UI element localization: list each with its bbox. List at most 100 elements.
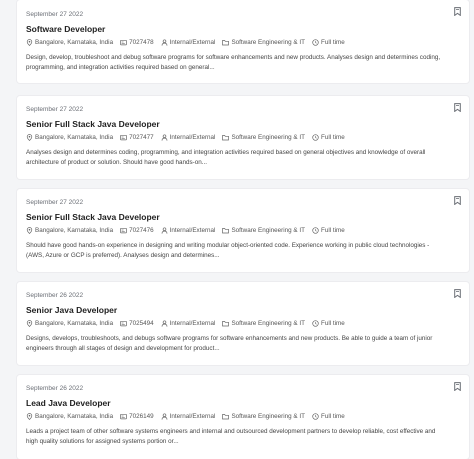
- folder-icon: [222, 135, 230, 141]
- bookmark-icon[interactable]: [454, 103, 461, 112]
- job-type-text: Internal/External: [169, 39, 216, 46]
- job-location-text: Bangalore, Karnataka, India: [35, 320, 114, 327]
- job-card[interactable]: September 26 2022 Senior Java Developer …: [17, 282, 469, 365]
- bookmark-icon[interactable]: [454, 196, 461, 205]
- clock-icon: [312, 39, 319, 46]
- job-description: Analyses design and determines coding, p…: [26, 149, 426, 166]
- job-id: 7025494: [120, 319, 154, 328]
- job-type-text: Internal/External: [169, 227, 216, 234]
- job-card[interactable]: September 27 2022 Software Developer Ban…: [17, 0, 469, 83]
- job-type: Internal/External: [161, 412, 216, 421]
- job-category: Software Engineering & IT: [222, 412, 305, 421]
- job-title[interactable]: Senior Full Stack Java Developer: [26, 118, 459, 130]
- job-category: Software Engineering & IT: [222, 133, 305, 142]
- map-pin-icon: [26, 39, 33, 46]
- person-icon: [161, 413, 167, 420]
- bookmark-icon[interactable]: [454, 289, 461, 298]
- job-schedule: Full time: [312, 412, 345, 421]
- posted-date: September 26 2022: [26, 292, 84, 299]
- job-description: Design, develop, troubleshoot and debug …: [26, 54, 441, 71]
- job-meta: Bangalore, Karnataka, India 7027476 Inte…: [26, 226, 459, 235]
- folder-icon: [222, 228, 230, 234]
- job-location: Bangalore, Karnataka, India: [26, 38, 113, 47]
- job-schedule: Full time: [312, 38, 345, 47]
- job-location-text: Bangalore, Karnataka, India: [35, 413, 114, 420]
- posted-date: September 26 2022: [26, 385, 84, 392]
- job-schedule-text: Full time: [320, 413, 345, 420]
- job-meta: Bangalore, Karnataka, India 7027477 Inte…: [26, 133, 459, 142]
- job-type-text: Internal/External: [169, 413, 216, 420]
- job-category: Software Engineering & IT: [222, 226, 305, 235]
- job-schedule: Full time: [312, 319, 345, 328]
- job-schedule-text: Full time: [320, 39, 345, 46]
- map-pin-icon: [26, 134, 33, 141]
- job-location: Bangalore, Karnataka, India: [26, 412, 113, 421]
- job-schedule-text: Full time: [320, 320, 345, 327]
- job-id-text: 7026149: [129, 413, 154, 420]
- job-id: 7026149: [120, 412, 154, 421]
- job-id: 7027477: [120, 133, 154, 142]
- job-id-text: 7027478: [129, 39, 154, 46]
- job-category-text: Software Engineering & IT: [231, 39, 305, 46]
- job-category-text: Software Engineering & IT: [231, 134, 305, 141]
- job-category: Software Engineering & IT: [222, 38, 305, 47]
- job-type-text: Internal/External: [169, 134, 216, 141]
- clock-icon: [312, 320, 319, 327]
- id-card-icon: [120, 320, 127, 327]
- person-icon: [161, 134, 167, 141]
- job-location-text: Bangalore, Karnataka, India: [35, 39, 114, 46]
- bookmark-icon[interactable]: [454, 7, 461, 16]
- clock-icon: [312, 227, 319, 234]
- id-card-icon: [120, 413, 127, 420]
- job-meta: Bangalore, Karnataka, India 7026149 Inte…: [26, 412, 459, 421]
- bookmark-icon[interactable]: [454, 382, 461, 391]
- job-list: September 27 2022 Software Developer Ban…: [0, 0, 474, 459]
- job-category-text: Software Engineering & IT: [231, 413, 305, 420]
- posted-date: September 27 2022: [26, 106, 84, 113]
- job-type: Internal/External: [161, 226, 216, 235]
- folder-icon: [222, 40, 230, 46]
- job-id-text: 7025494: [129, 320, 154, 327]
- job-location: Bangalore, Karnataka, India: [26, 319, 113, 328]
- job-title[interactable]: Senior Full Stack Java Developer: [26, 211, 459, 223]
- job-location: Bangalore, Karnataka, India: [26, 226, 113, 235]
- job-title[interactable]: Lead Java Developer: [26, 397, 459, 409]
- job-location-text: Bangalore, Karnataka, India: [35, 134, 114, 141]
- job-id-text: 7027476: [129, 227, 154, 234]
- job-id: 7027478: [120, 38, 154, 47]
- id-card-icon: [120, 39, 127, 46]
- posted-date: September 27 2022: [26, 199, 84, 206]
- clock-icon: [312, 413, 319, 420]
- job-schedule-text: Full time: [320, 134, 345, 141]
- map-pin-icon: [26, 320, 33, 327]
- folder-icon: [222, 321, 230, 327]
- clock-icon: [312, 134, 319, 141]
- job-id: 7027476: [120, 226, 154, 235]
- person-icon: [161, 320, 167, 327]
- job-type: Internal/External: [161, 38, 216, 47]
- job-meta: Bangalore, Karnataka, India 7027478 Inte…: [26, 38, 459, 47]
- job-category: Software Engineering & IT: [222, 319, 305, 328]
- map-pin-icon: [26, 227, 33, 234]
- job-id-text: 7027477: [129, 134, 154, 141]
- job-card[interactable]: September 27 2022 Senior Full Stack Java…: [17, 189, 469, 272]
- folder-icon: [222, 414, 230, 420]
- job-card[interactable]: September 26 2022 Lead Java Developer Ba…: [17, 375, 469, 459]
- person-icon: [161, 39, 167, 46]
- job-description: Should have good hands-on experience in …: [26, 242, 430, 259]
- job-card[interactable]: September 27 2022 Senior Full Stack Java…: [17, 96, 469, 179]
- job-schedule-text: Full time: [320, 227, 345, 234]
- job-location: Bangalore, Karnataka, India: [26, 133, 113, 142]
- job-type-text: Internal/External: [169, 320, 216, 327]
- job-schedule: Full time: [312, 133, 345, 142]
- posted-date: September 27 2022: [26, 11, 84, 18]
- job-category-text: Software Engineering & IT: [231, 320, 305, 327]
- job-title[interactable]: Software Developer: [26, 23, 459, 35]
- job-type: Internal/External: [161, 319, 216, 328]
- map-pin-icon: [26, 413, 33, 420]
- job-description: Leads a project team of other software s…: [26, 428, 436, 445]
- job-title[interactable]: Senior Java Developer: [26, 304, 459, 316]
- job-schedule: Full time: [312, 226, 345, 235]
- job-description: Designs, develops, troubleshoots, and de…: [26, 335, 433, 352]
- job-meta: Bangalore, Karnataka, India 7025494 Inte…: [26, 319, 459, 328]
